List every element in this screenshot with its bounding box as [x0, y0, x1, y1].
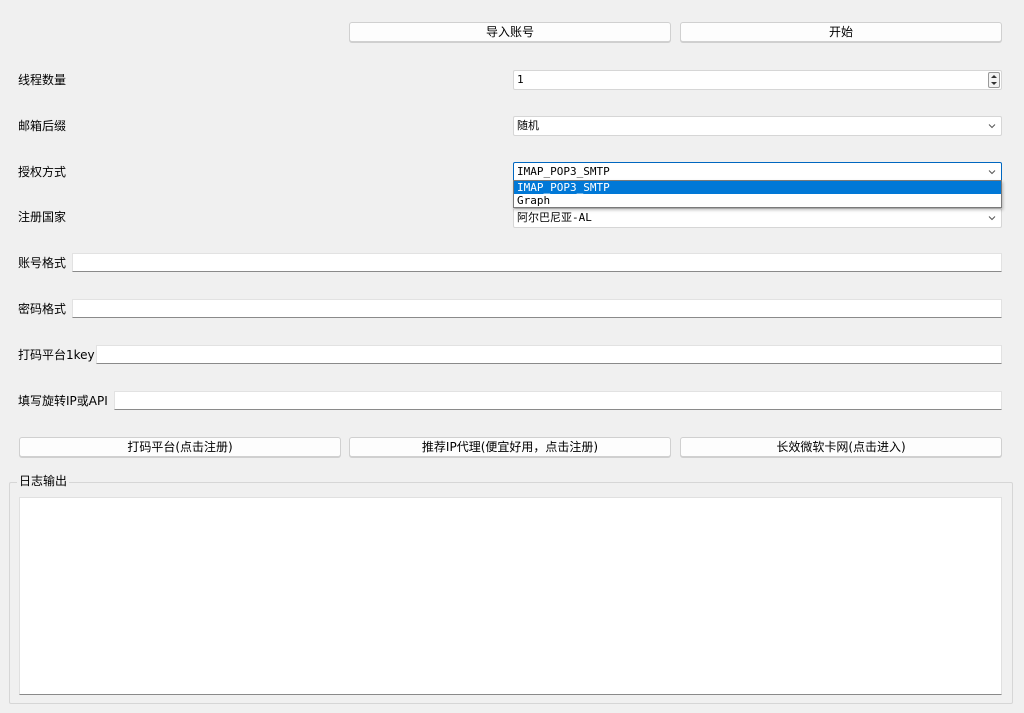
thread-count-spinbox[interactable]: 1	[513, 70, 1002, 90]
start-button[interactable]: 开始	[680, 22, 1002, 42]
card-site-button[interactable]: 长效微软卡网(点击进入)	[680, 437, 1002, 457]
proxy-label: 填写旋转IP或API	[18, 394, 108, 408]
arrow-up-icon[interactable]	[989, 73, 999, 80]
country-value: 阿尔巴尼亚-AL	[517, 211, 592, 224]
arrow-down-icon[interactable]	[989, 80, 999, 87]
dropdown-option-imap[interactable]: IMAP_POP3_SMTP	[514, 181, 1001, 194]
email-suffix-value: 随机	[517, 119, 539, 132]
thread-count-value: 1	[517, 73, 524, 86]
dropdown-option-graph[interactable]: Graph	[514, 194, 1001, 207]
account-format-input[interactable]	[72, 253, 1002, 272]
captcha-key-input[interactable]	[96, 345, 1002, 364]
import-accounts-button[interactable]: 导入账号	[349, 22, 671, 42]
captcha-platform-button[interactable]: 打码平台(点击注册)	[19, 437, 341, 457]
auth-method-select[interactable]: IMAP_POP3_SMTP	[513, 162, 1002, 182]
chevron-down-icon	[988, 124, 996, 129]
country-label: 注册国家	[18, 210, 67, 224]
chevron-down-icon	[988, 216, 996, 221]
country-select[interactable]: 阿尔巴尼亚-AL	[513, 208, 1002, 228]
thread-count-label: 线程数量	[18, 73, 67, 87]
spin-buttons[interactable]	[988, 72, 1000, 88]
email-suffix-select[interactable]: 随机	[513, 116, 1002, 136]
auth-method-value: IMAP_POP3_SMTP	[517, 165, 610, 178]
email-suffix-label: 邮箱后缀	[18, 119, 67, 133]
password-format-input[interactable]	[72, 299, 1002, 318]
password-format-label: 密码格式	[18, 302, 67, 316]
ip-proxy-button[interactable]: 推荐IP代理(便宜好用，点击注册)	[349, 437, 671, 457]
auth-method-dropdown-list[interactable]: IMAP_POP3_SMTP Graph	[513, 180, 1002, 208]
proxy-input[interactable]	[114, 391, 1002, 410]
captcha-key-label: 打码平台1key	[18, 348, 95, 362]
auth-method-label: 授权方式	[18, 165, 67, 179]
log-title: 日志输出	[17, 473, 70, 489]
chevron-down-icon	[988, 170, 996, 175]
account-format-label: 账号格式	[18, 256, 67, 270]
log-output[interactable]	[19, 497, 1002, 695]
